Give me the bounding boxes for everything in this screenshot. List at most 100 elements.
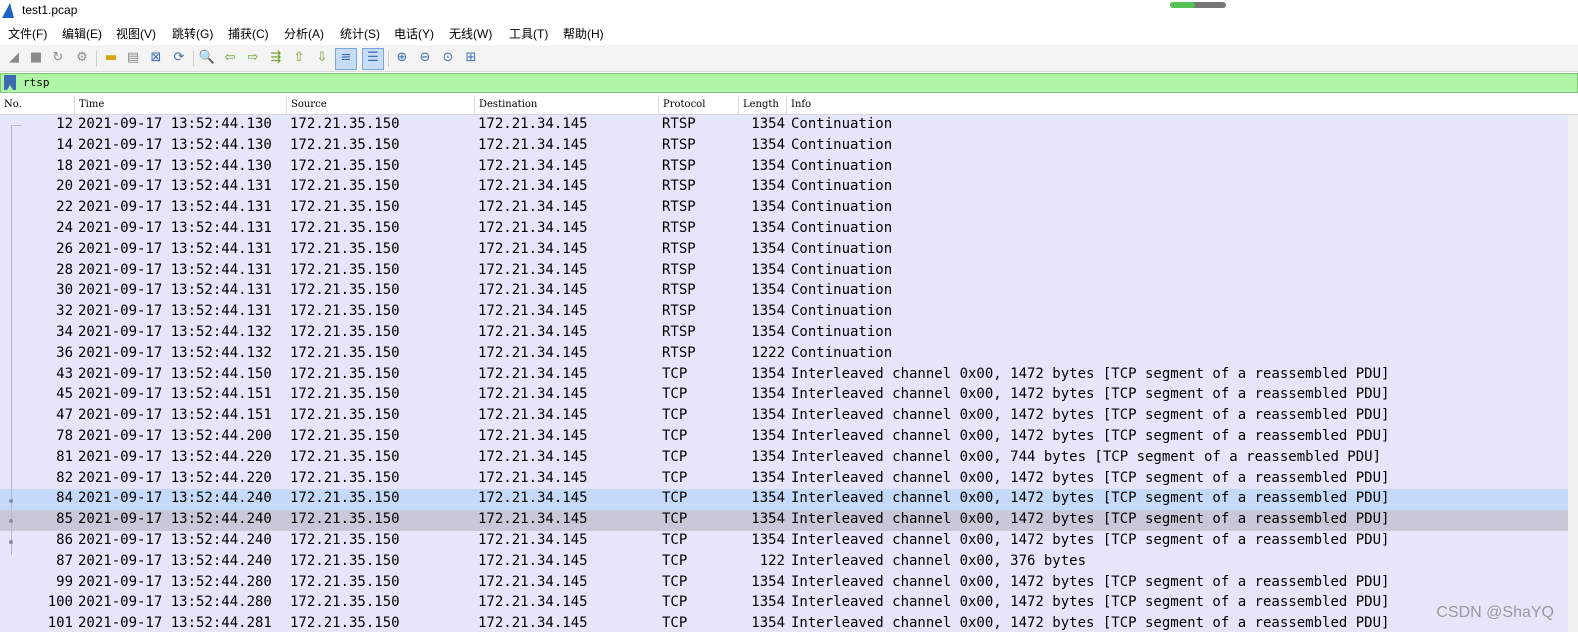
zoom-out-icon[interactable]: ⊖ — [416, 49, 434, 67]
resize-columns-icon[interactable]: ⊞ — [462, 49, 480, 67]
packet-src-cell: 172.21.35.150 — [290, 240, 400, 257]
packet-row[interactable]: 84 2021-09-17 13:52:44.240 172.21.35.150 17… — [0, 489, 1568, 511]
packet-row[interactable]: 22 2021-09-17 13:52:44.131 172.21.35.150 17… — [0, 198, 1568, 219]
packet-src-cell: 172.21.35.150 — [290, 490, 400, 507]
packet-row[interactable]: 45 2021-09-17 13:52:44.151 172.21.35.150 17… — [0, 385, 1568, 407]
packet-no-cell: 86 — [56, 532, 73, 548]
related-packet-dot-icon — [9, 499, 13, 503]
packet-row[interactable]: 87 2021-09-17 13:52:44.240 172.21.35.150 17… — [0, 551, 1568, 573]
stop-square-icon[interactable]: ■ — [27, 49, 45, 67]
column-separator[interactable] — [786, 96, 787, 114]
zoom-in-icon[interactable]: ⊕ — [393, 49, 411, 67]
packet-proto-cell: RTSP — [662, 324, 696, 340]
go-to-packet-icon[interactable]: ⇶ — [267, 49, 285, 67]
packet-row[interactable]: 101 2021-09-17 13:52:44.281 172.21.35.150 1… — [0, 614, 1568, 632]
go-back-arrow-icon[interactable]: ⇦ — [221, 49, 239, 67]
save-file-icon[interactable]: ▤ — [124, 49, 142, 67]
vertical-scrollbar[interactable] — [1568, 115, 1578, 632]
packet-info-cell: Continuation — [791, 178, 893, 195]
packet-row[interactable]: 32 2021-09-17 13:52:44.131 172.21.35.150 17… — [0, 302, 1568, 323]
packet-dst-cell: 172.21.34.145 — [478, 532, 588, 548]
packet-row[interactable]: 20 2021-09-17 13:52:44.131 172.21.35.150 17… — [0, 177, 1568, 199]
packet-row[interactable]: 18 2021-09-17 13:52:44.130 172.21.35.150 17… — [0, 156, 1568, 178]
menu-item-0[interactable]: 文件(F) — [8, 25, 47, 42]
column-header-source[interactable]: Source — [291, 99, 327, 110]
packet-time-cell: 2021-09-17 13:52:44.220 — [78, 448, 272, 465]
packet-row[interactable]: 47 2021-09-17 13:52:44.151 172.21.35.150 17… — [0, 406, 1568, 427]
packet-proto-cell: RTSP — [662, 344, 696, 361]
column-header-destination[interactable]: Destination — [479, 99, 537, 110]
packet-row[interactable]: 78 2021-09-17 13:52:44.200 172.21.35.150 17… — [0, 427, 1568, 448]
menu-item-9[interactable]: 工具(T) — [509, 25, 548, 42]
packet-time-cell: 2021-09-17 13:52:44.131 — [78, 261, 272, 278]
packet-dst-cell: 172.21.34.145 — [478, 344, 588, 361]
packet-row[interactable]: 12 2021-09-17 13:52:44.130 172.21.35.150 17… — [0, 115, 1568, 136]
zoom-normal-icon[interactable]: ⊙ — [439, 49, 457, 67]
open-file-folder-icon[interactable]: ▬ — [102, 49, 120, 67]
menu-item-6[interactable]: 统计(S) — [340, 25, 380, 42]
packet-row[interactable]: 43 2021-09-17 13:52:44.150 172.21.35.150 17… — [0, 364, 1568, 386]
packet-row[interactable]: 14 2021-09-17 13:52:44.130 172.21.35.150 17… — [0, 135, 1568, 157]
column-separator[interactable] — [74, 96, 75, 114]
packet-row[interactable]: 81 2021-09-17 13:52:44.220 172.21.35.150 17… — [0, 447, 1568, 469]
capture-options-gear-icon[interactable]: ⚙ — [73, 49, 91, 67]
menu-item-5[interactable]: 分析(A) — [284, 25, 324, 42]
menu-item-7[interactable]: 电话(Y) — [394, 25, 434, 42]
auto-scroll-icon[interactable]: ≡ — [335, 48, 357, 70]
shark-fin-start-icon[interactable]: ◢ — [5, 49, 23, 67]
packet-time-cell: 2021-09-17 13:52:44.132 — [78, 324, 272, 340]
menu-item-2[interactable]: 视图(V) — [116, 25, 156, 42]
packet-row[interactable]: 86 2021-09-17 13:52:44.240 172.21.35.150 17… — [0, 531, 1568, 552]
colorize-lines-icon[interactable]: ☰ — [362, 48, 384, 70]
column-separator[interactable] — [474, 96, 475, 114]
packet-proto-cell: RTSP — [662, 116, 696, 132]
column-header-time[interactable]: Time — [79, 99, 104, 110]
packet-dst-cell: 172.21.34.145 — [478, 178, 588, 195]
column-header-info[interactable]: Info — [791, 99, 811, 110]
column-header-length[interactable]: Length — [743, 99, 779, 110]
go-first-packet-icon[interactable]: ⇧ — [290, 49, 308, 67]
column-header-protocol[interactable]: Protocol — [663, 99, 705, 110]
go-forward-arrow-icon[interactable]: ⇨ — [244, 49, 262, 67]
packet-proto-cell: RTSP — [662, 178, 696, 195]
packet-row[interactable]: 82 2021-09-17 13:52:44.220 172.21.35.150 17… — [0, 468, 1568, 490]
packet-proto-cell: RTSP — [662, 157, 696, 174]
find-packet-magnifier-icon[interactable]: 🔍 — [198, 49, 216, 67]
display-filter-input[interactable] — [23, 76, 1523, 89]
packet-len-cell: 1354 — [751, 157, 785, 174]
column-separator[interactable] — [738, 96, 739, 114]
menu-item-4[interactable]: 捕获(C) — [228, 25, 269, 42]
packet-row[interactable]: 30 2021-09-17 13:52:44.131 172.21.35.150 17… — [0, 281, 1568, 303]
bookmark-icon[interactable] — [4, 75, 16, 90]
menu-item-10[interactable]: 帮助(H) — [563, 25, 604, 42]
packet-len-cell: 1354 — [751, 136, 785, 153]
menu-item-8[interactable]: 无线(W) — [449, 25, 492, 42]
packet-list-header: No. Time Source Destination Protocol Len… — [0, 96, 1578, 115]
reload-file-icon[interactable]: ⟳ — [170, 49, 188, 67]
packet-src-cell: 172.21.35.150 — [290, 303, 400, 320]
packet-info-cell: Interleaved channel 0x00, 1472 bytes [TC… — [791, 594, 1390, 611]
packet-row[interactable]: 24 2021-09-17 13:52:44.131 172.21.35.150 17… — [0, 219, 1568, 240]
packet-info-cell: Continuation — [791, 116, 893, 132]
packet-src-cell: 172.21.35.150 — [290, 324, 400, 340]
restart-capture-icon[interactable]: ↻ — [49, 49, 67, 67]
packet-row[interactable]: 36 2021-09-17 13:52:44.132 172.21.35.150 17… — [0, 343, 1568, 365]
packet-row[interactable]: 99 2021-09-17 13:52:44.280 172.21.35.150 17… — [0, 572, 1568, 594]
packet-proto-cell: RTSP — [662, 303, 696, 320]
packet-proto-cell: TCP — [662, 532, 688, 548]
packet-row[interactable]: 100 2021-09-17 13:52:44.280 172.21.35.150 1… — [0, 593, 1568, 615]
packet-time-cell: 2021-09-17 13:52:44.131 — [78, 282, 272, 299]
go-last-packet-icon[interactable]: ⇩ — [313, 49, 331, 67]
packet-row[interactable]: 34 2021-09-17 13:52:44.132 172.21.35.150 17… — [0, 323, 1568, 344]
column-separator[interactable] — [658, 96, 659, 114]
menu-item-3[interactable]: 跳转(G) — [172, 25, 213, 42]
packet-row[interactable]: 28 2021-09-17 13:52:44.131 172.21.35.150 17… — [0, 260, 1568, 282]
column-separator[interactable] — [286, 96, 287, 114]
close-file-icon[interactable]: ⊠ — [147, 49, 165, 67]
packet-row[interactable]: 26 2021-09-17 13:52:44.131 172.21.35.150 17… — [0, 239, 1568, 261]
menu-item-1[interactable]: 编辑(E) — [62, 25, 102, 42]
packet-row[interactable]: 85 2021-09-17 13:52:44.240 172.21.35.150 17… — [0, 510, 1568, 531]
column-header-no[interactable]: No. — [4, 99, 22, 110]
packet-no-cell: 20 — [56, 178, 73, 195]
toolbar-separator — [96, 51, 97, 67]
